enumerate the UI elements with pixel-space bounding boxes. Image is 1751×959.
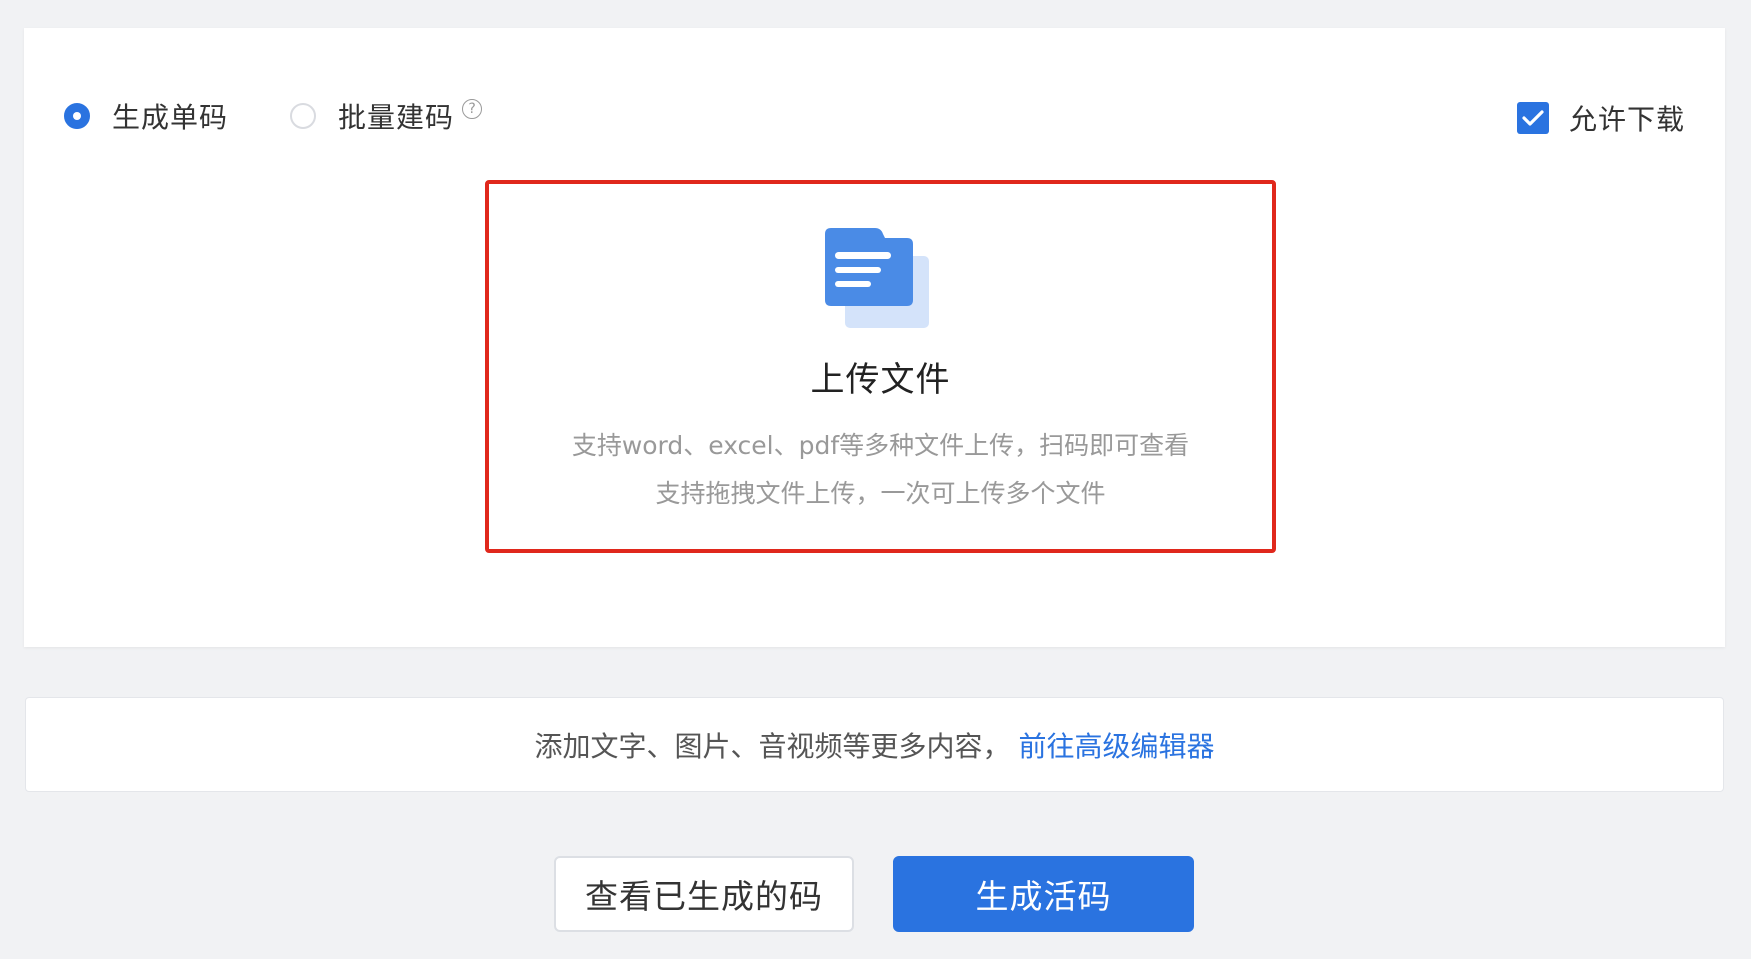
radio-single-code[interactable]: 生成单码 bbox=[64, 96, 228, 136]
upload-panel: 生成单码 批量建码 ? 允许下载 上传文件 支持word、excel、pdf等多… bbox=[24, 28, 1725, 647]
view-generated-codes-button[interactable]: 查看已生成的码 bbox=[554, 856, 854, 932]
radio-batch-code-label: 批量建码 bbox=[338, 101, 455, 134]
checkbox-checked-icon[interactable] bbox=[1516, 102, 1549, 134]
radio-batch-code[interactable]: 批量建码 ? bbox=[290, 96, 483, 136]
advanced-editor-hint: 添加文字、图片、音视频等更多内容， bbox=[534, 729, 1011, 763]
upload-title: 上传文件 bbox=[810, 360, 951, 400]
document-folder-icon bbox=[823, 226, 935, 330]
radio-unchecked-icon[interactable] bbox=[290, 103, 317, 129]
advanced-editor-bar: 添加文字、图片、音视频等更多内容， 前往高级编辑器 bbox=[25, 697, 1724, 792]
allow-download-checkbox[interactable]: 允许下载 bbox=[1516, 98, 1685, 138]
upload-description-formats: 支持word、excel、pdf等多种文件上传，扫码即可查看 bbox=[571, 431, 1190, 460]
upload-description-drag: 支持拖拽文件上传，一次可上传多个文件 bbox=[655, 479, 1106, 508]
mode-selector: 生成单码 批量建码 ? bbox=[64, 96, 544, 136]
radio-checked-icon[interactable] bbox=[64, 103, 90, 129]
allow-download-label: 允许下载 bbox=[1568, 103, 1685, 136]
help-icon[interactable]: ? bbox=[462, 99, 483, 119]
advanced-editor-link[interactable]: 前往高级编辑器 bbox=[1019, 725, 1215, 765]
file-upload-dropzone[interactable]: 上传文件 支持word、excel、pdf等多种文件上传，扫码即可查看 支持拖拽… bbox=[485, 180, 1276, 553]
radio-single-code-label: 生成单码 bbox=[112, 101, 229, 134]
generate-code-button[interactable]: 生成活码 bbox=[893, 856, 1194, 932]
